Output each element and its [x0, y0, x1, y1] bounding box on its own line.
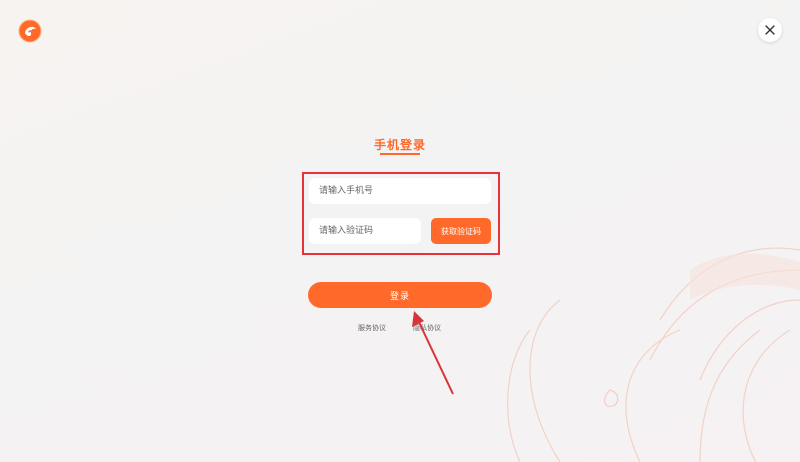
verification-code-input[interactable] — [309, 218, 421, 244]
get-code-button[interactable]: 获取验证码 — [431, 218, 491, 244]
login-button[interactable]: 登录 — [308, 282, 492, 308]
privacy-agreement-link[interactable]: 隐私协议 — [413, 323, 441, 333]
close-button[interactable] — [758, 18, 782, 42]
title-underline — [380, 153, 420, 155]
phone-input[interactable] — [309, 178, 491, 204]
service-agreement-link[interactable]: 服务协议 — [358, 323, 386, 333]
login-title: 手机登录 — [373, 138, 426, 152]
close-icon — [765, 25, 775, 35]
phoenix-logo-icon — [18, 19, 42, 43]
